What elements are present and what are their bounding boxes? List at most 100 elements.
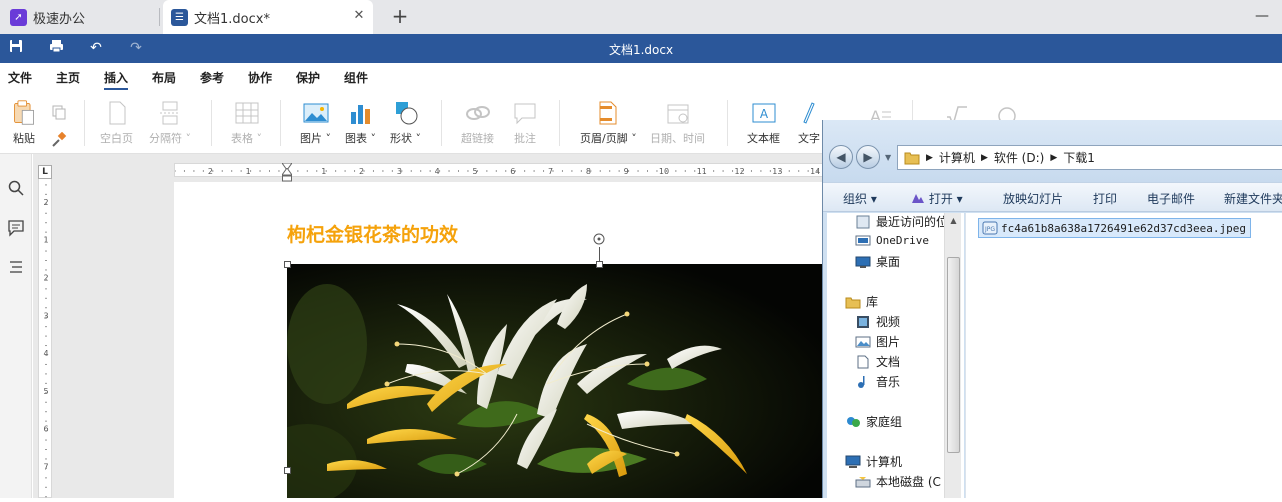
ruler-label: 2 xyxy=(43,198,48,207)
menu-references[interactable]: 参考 xyxy=(200,69,224,86)
resize-handle-top[interactable] xyxy=(596,261,603,268)
paste-icon xyxy=(14,100,34,125)
jpeg-file-icon: JPG xyxy=(982,221,998,235)
search-icon[interactable] xyxy=(7,179,25,197)
ruler-label: 12 xyxy=(735,167,745,176)
slideshow-button[interactable]: 放映幻灯片 xyxy=(1003,190,1063,207)
nav-homegroup[interactable]: 家庭组 xyxy=(845,413,902,430)
nav-desktop[interactable]: 桌面 xyxy=(855,253,900,270)
textart-button[interactable]: 文字 xyxy=(796,100,822,146)
nav-recent[interactable]: 最近访问的位 xyxy=(855,213,948,230)
address-segment-drive[interactable]: 软件 (D:) xyxy=(994,149,1044,166)
organize-button[interactable]: 组织 ▾ xyxy=(843,190,877,207)
homegroup-icon xyxy=(847,416,860,427)
ruler-label: 3 xyxy=(43,311,48,320)
open-icon xyxy=(912,194,924,203)
rotate-icon[interactable] xyxy=(592,232,606,246)
rotation-line xyxy=(599,247,600,261)
menu-protect[interactable]: 保护 xyxy=(296,69,320,86)
separator-button[interactable]: 分隔符 ˅ xyxy=(149,100,191,146)
horizontal-ruler[interactable]: 2 1 1 2 3 4 5 6 7 8 9 10 11 12 13 14 xyxy=(174,163,824,177)
ruler-label: 11 xyxy=(697,167,707,176)
ruler-label: 13 xyxy=(772,167,782,176)
scroll-up-arrow[interactable]: ▲ xyxy=(947,216,960,228)
address-segment-computer[interactable]: 计算机 xyxy=(939,149,975,166)
nav-library[interactable]: 库 xyxy=(845,293,878,310)
nav-onedrive[interactable]: OneDrive xyxy=(855,233,929,247)
menu-layout[interactable]: 布局 xyxy=(152,69,176,86)
navigation-icon[interactable] xyxy=(7,258,25,276)
nav-computer[interactable]: 计算机 xyxy=(845,453,902,470)
document-title: 文档1.docx xyxy=(608,43,674,57)
address-segment-folder[interactable]: 下载1 xyxy=(1063,149,1095,166)
comment-button[interactable]: 批注 xyxy=(512,100,538,146)
close-icon[interactable]: ✕ xyxy=(351,8,367,24)
nav-scrollbar-thumb[interactable] xyxy=(947,257,960,453)
ruler-ticks: 2 1 1 2 3 4 5 6 7 8 9 10 11 12 13 14 xyxy=(174,167,820,176)
textbox-button[interactable]: A 文本框 xyxy=(747,100,780,146)
chart-button[interactable]: 图表 ˅ xyxy=(345,100,376,146)
address-bar[interactable]: ▶ 计算机 ▶ 软件 (D:) ▶ 下载1 xyxy=(897,145,1282,170)
ruler-label: 4 xyxy=(435,167,440,176)
nav-videos[interactable]: 视频 xyxy=(855,313,900,330)
disk-icon xyxy=(855,476,871,487)
header-footer-button[interactable]: 页眉/页脚 ˅ xyxy=(580,100,637,146)
new-tab-button[interactable]: + xyxy=(390,5,410,27)
blank-page-icon xyxy=(109,101,125,125)
blank-page-button[interactable]: 空白页 xyxy=(100,100,133,146)
minimize-button[interactable]: — xyxy=(1254,8,1270,24)
menu-insert[interactable]: 插入 xyxy=(104,69,128,86)
hyperlink-button[interactable]: 超链接 xyxy=(461,100,494,146)
resize-handle-left[interactable] xyxy=(284,467,291,474)
back-button[interactable]: ◀ xyxy=(829,145,853,169)
honeysuckle-image[interactable] xyxy=(287,264,824,498)
explorer-address-row: ◀ ▶ ▼ ▶ 计算机 ▶ 软件 (D:) ▶ 下载1 xyxy=(823,120,1282,182)
file-item[interactable]: JPG fc4a61b8a638a1726491e62d37cd3eea.jpe… xyxy=(978,218,1252,238)
chevron-right-icon: ▶ xyxy=(926,152,933,163)
shape-button[interactable]: 形状 ˅ xyxy=(390,100,421,146)
tab-home[interactable]: ➚ 极速办公 xyxy=(0,0,158,34)
picture-button[interactable]: 图片 ˅ xyxy=(300,100,331,146)
print-button[interactable]: 打印 xyxy=(1093,190,1117,207)
tab-stop-selector[interactable]: L xyxy=(38,165,52,179)
nav-pictures[interactable]: 图片 xyxy=(855,333,900,350)
date-time-button[interactable]: 日期、时间 xyxy=(650,100,705,146)
pictures-icon xyxy=(855,336,871,347)
menu-components[interactable]: 组件 xyxy=(344,69,368,86)
menu-home[interactable]: 主页 xyxy=(56,69,80,86)
file-explorer-window[interactable]: ◀ ▶ ▼ ▶ 计算机 ▶ 软件 (D:) ▶ 下载1 组织 ▾ 打开 ▾ 放映… xyxy=(822,120,1282,498)
comments-icon[interactable] xyxy=(7,219,25,237)
ruler-label: 2 xyxy=(208,167,213,176)
textart-icon xyxy=(803,102,815,124)
file-list-pane[interactable] xyxy=(965,213,1282,498)
menu-bar: 文件 主页 插入 布局 参考 协作 保护 组件 xyxy=(0,63,1282,92)
ruler-label: 4 xyxy=(43,349,48,358)
resize-handle-top-left[interactable] xyxy=(284,261,291,268)
menu-file[interactable]: 文件 xyxy=(8,69,32,86)
nav-documents[interactable]: 文档 xyxy=(855,353,900,370)
left-indent-marker[interactable] xyxy=(281,167,293,182)
email-button[interactable]: 电子邮件 xyxy=(1147,190,1195,207)
new-folder-button[interactable]: 新建文件夹 xyxy=(1224,190,1282,207)
nav-music[interactable]: 音乐 xyxy=(855,373,900,390)
ribbon-divider xyxy=(211,100,212,146)
paste-button[interactable]: 粘贴 xyxy=(11,100,37,146)
format-painter-icon[interactable] xyxy=(51,131,67,151)
nav-local-disk[interactable]: 本地磁盘 (C xyxy=(855,473,941,490)
folder-icon xyxy=(904,152,920,164)
first-line-indent-marker[interactable] xyxy=(281,160,293,171)
copy-icon[interactable] xyxy=(51,104,67,123)
forward-button[interactable]: ▶ xyxy=(856,145,880,169)
onedrive-icon xyxy=(855,235,871,246)
calendar-icon xyxy=(667,104,688,124)
document-icon: ☰ xyxy=(171,8,188,26)
menu-collaborate[interactable]: 协作 xyxy=(248,69,272,86)
history-dropdown-icon[interactable]: ▼ xyxy=(885,153,891,162)
tab-document[interactable]: ☰ 文档1.docx* ✕ xyxy=(163,0,373,34)
document-heading[interactable]: 枸杞金银花茶的功效 xyxy=(287,220,458,247)
explorer-toolbar: 组织 ▾ 打开 ▾ 放映幻灯片 打印 电子邮件 新建文件夹 xyxy=(823,182,1282,212)
open-button[interactable]: 打开 ▾ xyxy=(911,190,963,207)
vertical-ruler[interactable]: 2 1 2 3 4 5 6 7 xyxy=(38,165,52,498)
shape-label: 形状 ˅ xyxy=(390,132,421,145)
table-button[interactable]: 表格 ˅ xyxy=(231,100,262,146)
